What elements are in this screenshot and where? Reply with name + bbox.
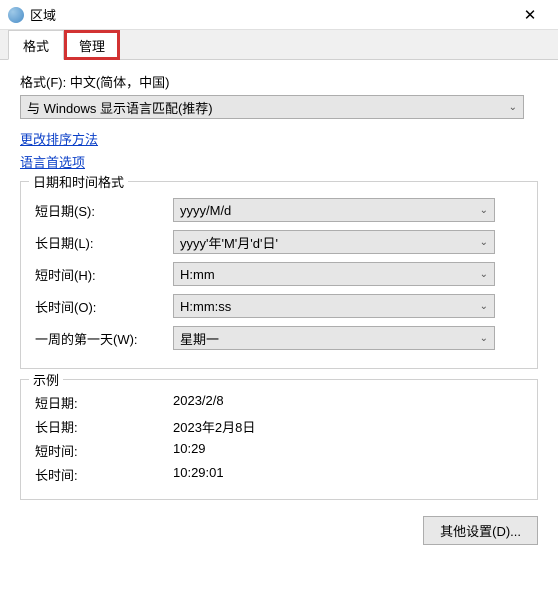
- links-area: 更改排序方法 语言首选项: [20, 129, 538, 171]
- format-dropdown[interactable]: 与 Windows 显示语言匹配(推荐) ⌄: [20, 95, 524, 119]
- short-time-label: 短时间(H):: [35, 265, 173, 284]
- chevron-down-icon: ⌄: [480, 237, 488, 248]
- link-language-pref[interactable]: 语言首选项: [20, 152, 538, 171]
- close-button[interactable]: ✕: [510, 6, 550, 24]
- short-date-label: 短日期(S):: [35, 201, 173, 220]
- example-group: 示例 短日期: 2023/2/8 长日期: 2023年2月8日 短时间: 10:…: [20, 379, 538, 500]
- datetime-group-title: 日期和时间格式: [29, 172, 128, 191]
- ex-long-date-value: 2023年2月8日: [173, 417, 523, 436]
- globe-icon: [8, 7, 24, 23]
- tabs-strip: 格式 管理: [0, 30, 558, 60]
- datetime-format-group: 日期和时间格式 短日期(S): yyyy/M/d ⌄ 长日期(L): yyyy'…: [20, 181, 538, 369]
- chevron-down-icon: ⌄: [480, 301, 488, 312]
- long-date-dropdown[interactable]: yyyy'年'M'月'd'日' ⌄: [173, 230, 495, 254]
- short-time-dropdown[interactable]: H:mm ⌄: [173, 262, 495, 286]
- long-date-value: yyyy'年'M'月'd'日': [180, 233, 480, 252]
- other-settings-button[interactable]: 其他设置(D)...: [423, 516, 538, 545]
- chevron-down-icon: ⌄: [480, 205, 488, 216]
- example-long-time: 长时间: 10:29:01: [35, 465, 523, 484]
- example-short-date: 短日期: 2023/2/8: [35, 393, 523, 412]
- short-date-value: yyyy/M/d: [180, 203, 480, 218]
- first-day-value: 星期一: [180, 329, 480, 348]
- example-group-title: 示例: [29, 370, 63, 389]
- long-date-label: 长日期(L):: [35, 233, 173, 252]
- ex-short-date-value: 2023/2/8: [173, 393, 523, 412]
- row-long-date: 长日期(L): yyyy'年'M'月'd'日' ⌄: [35, 230, 523, 254]
- tab-admin[interactable]: 管理: [64, 30, 120, 60]
- chevron-down-icon: ⌄: [509, 102, 517, 113]
- format-dropdown-value: 与 Windows 显示语言匹配(推荐): [27, 98, 509, 117]
- row-short-date: 短日期(S): yyyy/M/d ⌄: [35, 198, 523, 222]
- ex-long-time-label: 长时间:: [35, 465, 173, 484]
- row-short-time: 短时间(H): H:mm ⌄: [35, 262, 523, 286]
- short-time-value: H:mm: [180, 267, 480, 282]
- titlebar: 区域 ✕: [0, 0, 558, 30]
- chevron-down-icon: ⌄: [480, 269, 488, 280]
- ex-long-date-label: 长日期:: [35, 417, 173, 436]
- row-first-day: 一周的第一天(W): 星期一 ⌄: [35, 326, 523, 350]
- first-day-dropdown[interactable]: 星期一 ⌄: [173, 326, 495, 350]
- row-long-time: 长时间(O): H:mm:ss ⌄: [35, 294, 523, 318]
- long-time-value: H:mm:ss: [180, 299, 480, 314]
- example-long-date: 长日期: 2023年2月8日: [35, 417, 523, 436]
- chevron-down-icon: ⌄: [480, 333, 488, 344]
- content-area: 格式(F): 中文(简体，中国) 与 Windows 显示语言匹配(推荐) ⌄ …: [0, 60, 558, 508]
- ex-long-time-value: 10:29:01: [173, 465, 523, 484]
- first-day-label: 一周的第一天(W):: [35, 329, 173, 348]
- format-label: 格式(F): 中文(简体，中国): [20, 72, 538, 91]
- short-date-dropdown[interactable]: yyyy/M/d ⌄: [173, 198, 495, 222]
- footer: 其他设置(D)...: [0, 508, 558, 545]
- long-time-label: 长时间(O):: [35, 297, 173, 316]
- ex-short-time-label: 短时间:: [35, 441, 173, 460]
- example-short-time: 短时间: 10:29: [35, 441, 523, 460]
- long-time-dropdown[interactable]: H:mm:ss ⌄: [173, 294, 495, 318]
- ex-short-time-value: 10:29: [173, 441, 523, 460]
- ex-short-date-label: 短日期:: [35, 393, 173, 412]
- window-title: 区域: [30, 5, 510, 24]
- tab-format[interactable]: 格式: [8, 30, 64, 60]
- link-change-sort[interactable]: 更改排序方法: [20, 129, 538, 148]
